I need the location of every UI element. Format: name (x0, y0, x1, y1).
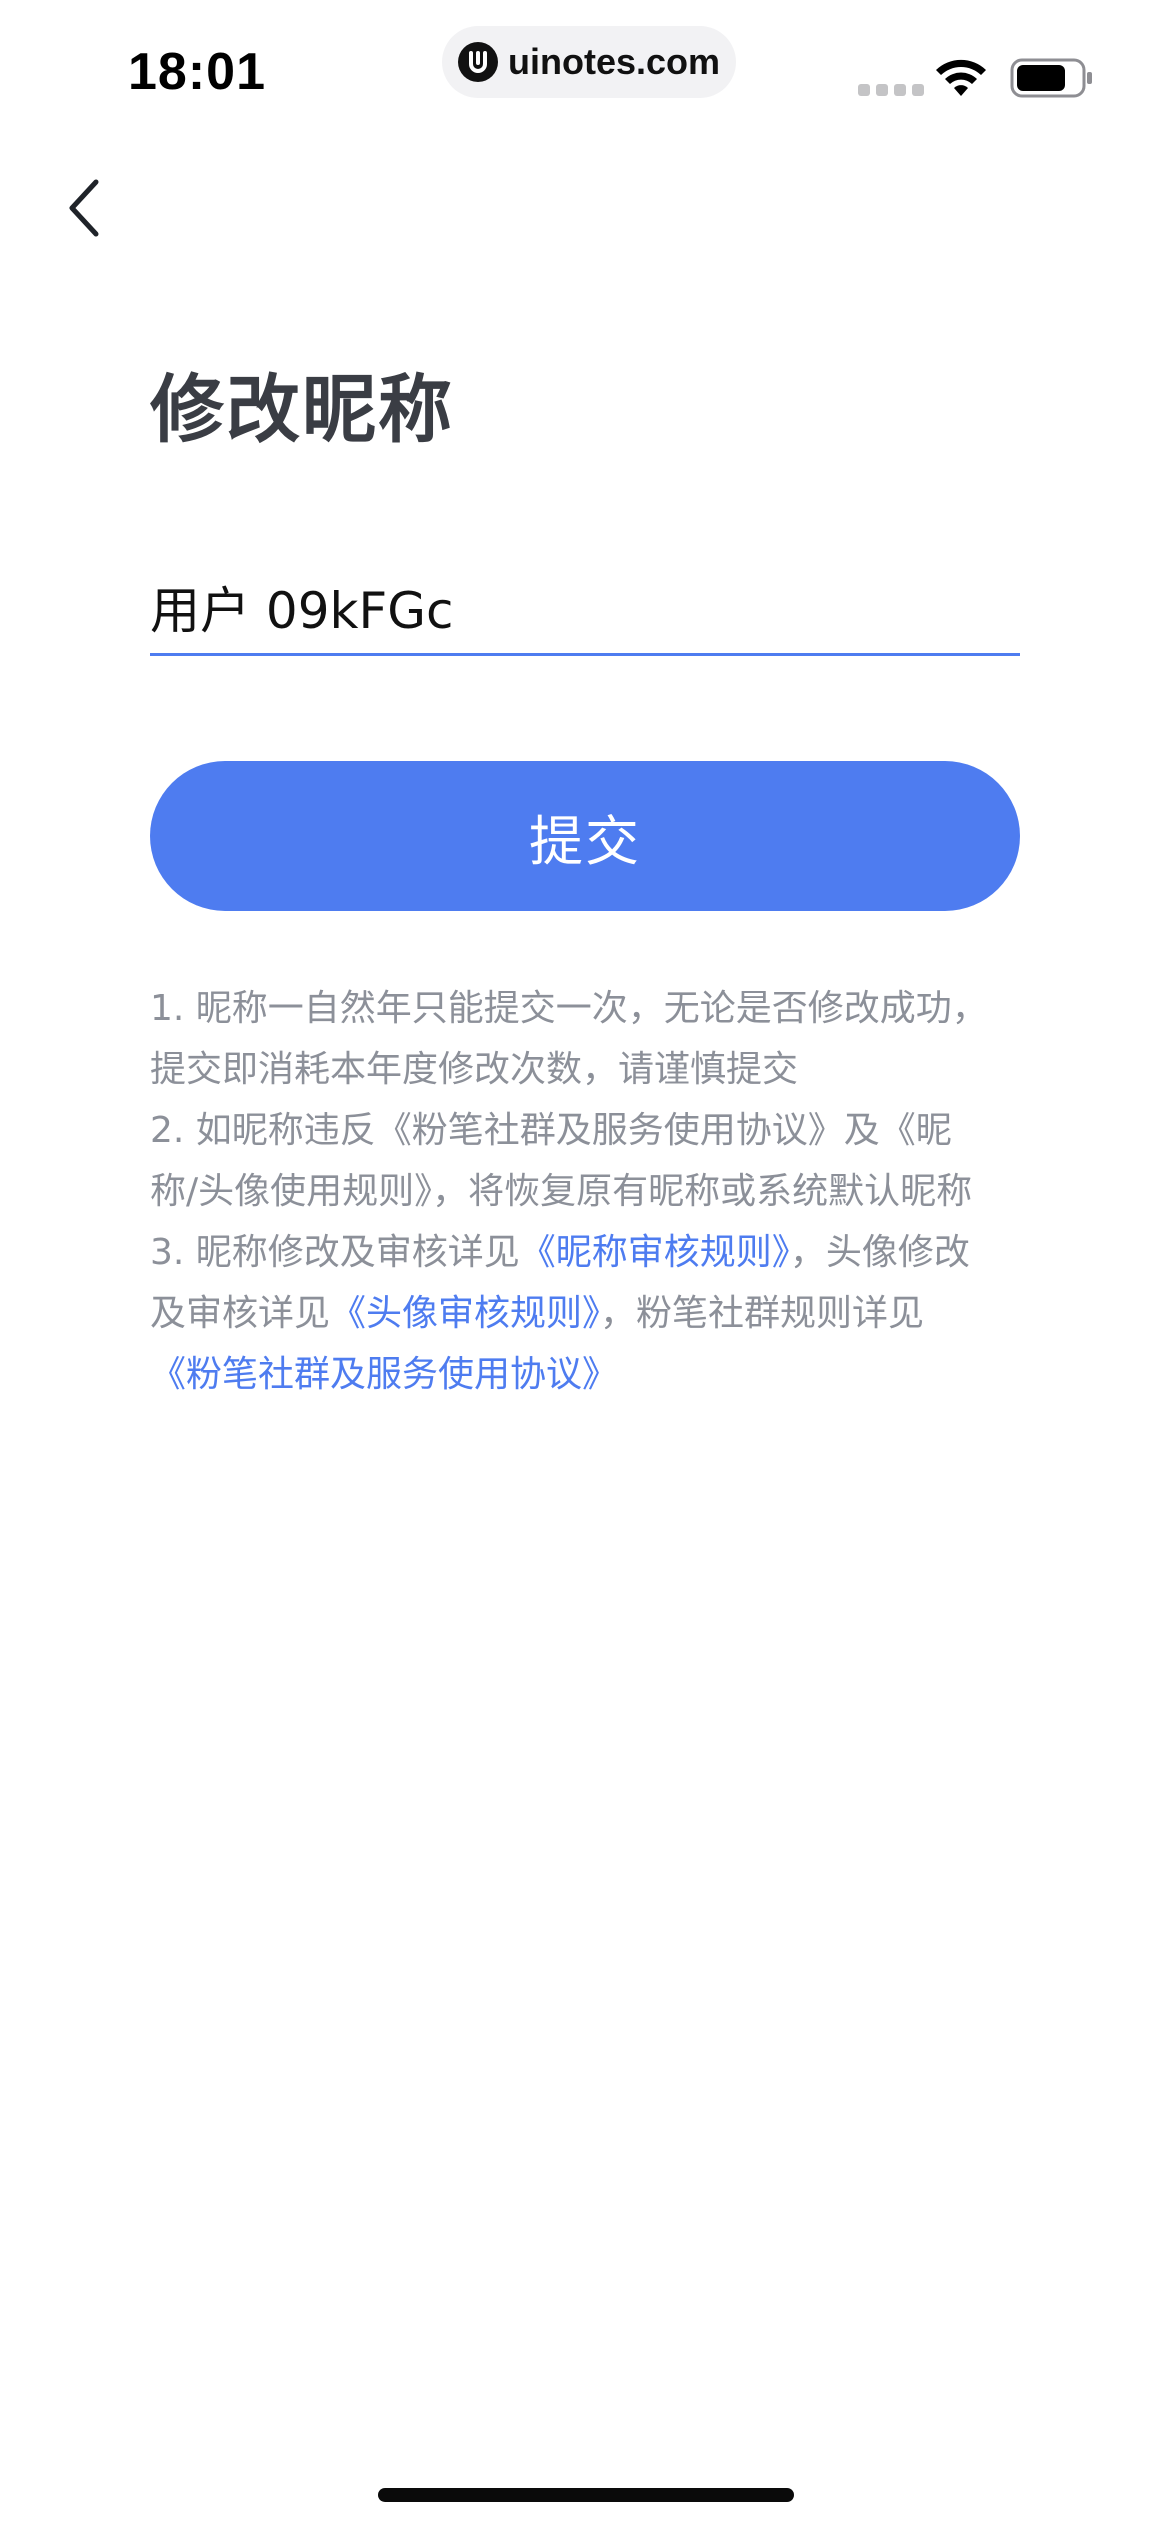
note-line: 称/头像使用规则》，将恢复原有昵称或系统默认昵称 (150, 1171, 973, 1212)
site-logo-icon (457, 42, 498, 82)
wifi-icon (936, 59, 986, 96)
note-text: ，粉笔社群规则详见 (600, 1293, 925, 1334)
note-line: 1. 昵称一自然年只能提交一次，无论是否修改成功， (150, 988, 988, 1029)
chevron-left-icon (69, 179, 99, 237)
note-text: ，头像修改 (789, 1232, 970, 1273)
status-bar: 18:01 uinotes.com (0, 0, 1170, 150)
note-line: 3. 昵称修改及审核详见《昵称审核规则》，头像修改 (150, 1222, 1030, 1283)
back-button[interactable] (44, 168, 124, 248)
note-line: 提交即消耗本年度修改次数，请谨慎提交 (150, 1049, 799, 1090)
rules-notes: 1. 昵称一自然年只能提交一次，无论是否修改成功， 提交即消耗本年度修改次数，请… (150, 978, 1030, 1405)
nickname-input[interactable] (150, 560, 1020, 656)
note-line: 2. 如昵称违反《粉笔社群及服务使用协议》及《昵 (150, 1110, 952, 1151)
status-time: 18:01 (128, 43, 266, 101)
note-line: 及审核详见《头像审核规则》，粉笔社群规则详见 (150, 1283, 1030, 1344)
note-line: 《粉笔社群及服务使用协议》 (150, 1344, 1030, 1405)
submit-button[interactable]: 提交 (150, 761, 1020, 911)
battery-icon (1010, 58, 1092, 98)
note-text: 3. 昵称修改及审核详见 (150, 1232, 520, 1273)
community-service-agreement-link[interactable]: 《粉笔社群及服务使用协议》 (150, 1354, 618, 1395)
signal-icon (858, 84, 924, 96)
note-text: 及审核详见 (150, 1293, 331, 1334)
nickname-review-rules-link[interactable]: 《昵称审核规则》 (520, 1232, 790, 1273)
url-pill[interactable]: uinotes.com (442, 26, 736, 98)
page-title: 修改昵称 (150, 367, 454, 453)
avatar-review-rules-link[interactable]: 《头像审核规则》 (330, 1293, 600, 1334)
url-text: uinotes.com (507, 41, 721, 82)
home-indicator[interactable] (378, 2488, 794, 2502)
